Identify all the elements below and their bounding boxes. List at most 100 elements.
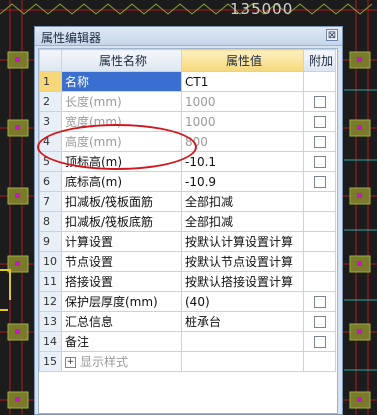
property-name: 计算设置 <box>65 235 114 249</box>
property-name: 保护层厚度(mm) <box>65 295 158 309</box>
property-value[interactable] <box>181 331 304 352</box>
row-index: 1 <box>39 71 62 92</box>
property-value[interactable]: 800 <box>181 131 304 152</box>
property-row[interactable]: 12 保护层厚度(mm) (40) <box>39 291 336 312</box>
column-header-value[interactable]: 属性值 <box>181 49 304 72</box>
property-name: 备注 <box>65 335 90 349</box>
row-index: 11 <box>39 271 62 292</box>
row-index: 15 <box>39 351 62 372</box>
property-name-cell[interactable]: 宽度(mm) <box>61 111 182 132</box>
property-name: 显示样式 <box>80 355 129 369</box>
property-row[interactable]: 8 扣减板/筏板底筋 全部扣减 <box>39 211 336 232</box>
property-row[interactable]: 10 节点设置 按默认节点设置计算 <box>39 251 336 272</box>
property-value[interactable]: 桩承台 <box>181 311 304 332</box>
property-name-cell[interactable]: 扣减板/筏板底筋 <box>61 211 182 232</box>
property-value[interactable]: CT1 <box>181 71 304 92</box>
extra-checkbox[interactable] <box>313 156 326 168</box>
title-bar[interactable]: 属性编辑器 ⊠ <box>35 27 342 46</box>
extra-checkbox[interactable] <box>313 336 326 348</box>
row-index: 2 <box>39 91 62 112</box>
property-value[interactable]: (40) <box>181 291 304 312</box>
extra-cell <box>303 71 336 92</box>
property-row[interactable]: 5 顶标高(m) -10.1 <box>39 151 336 172</box>
property-name: 扣减板/筏板面筋 <box>65 195 154 209</box>
property-name: 搭接设置 <box>65 275 114 289</box>
property-name-cell[interactable]: 节点设置 <box>61 251 182 272</box>
row-index: 14 <box>39 331 62 352</box>
extra-cell <box>303 331 336 352</box>
property-name-cell[interactable]: 长度(mm) <box>61 91 182 112</box>
extra-checkbox[interactable] <box>313 176 326 188</box>
property-name-cell[interactable]: 名称 <box>61 71 182 92</box>
row-index: 3 <box>39 111 62 132</box>
property-value[interactable]: 1000 <box>181 111 304 132</box>
extra-checkbox[interactable] <box>313 296 326 308</box>
property-name: 名称 <box>65 75 90 89</box>
property-row[interactable]: 14 备注 <box>39 331 336 352</box>
row-index: 12 <box>39 291 62 312</box>
property-name-cell[interactable]: + 显示样式 <box>61 351 182 372</box>
row-index: 8 <box>39 211 62 232</box>
property-name-cell[interactable]: 备注 <box>61 331 182 352</box>
extra-checkbox[interactable] <box>313 136 326 148</box>
property-value[interactable]: -10.9 <box>181 171 304 192</box>
property-name-cell[interactable]: 扣减板/筏板面筋 <box>61 191 182 212</box>
extra-cell <box>303 151 336 172</box>
property-name-cell[interactable]: 计算设置 <box>61 231 182 252</box>
property-name-cell[interactable]: 保护层厚度(mm) <box>61 291 182 312</box>
extra-cell <box>303 191 336 212</box>
extra-cell <box>303 171 336 192</box>
property-row[interactable]: 11 搭接设置 按默认搭接设置计算 <box>39 271 336 292</box>
property-name-cell[interactable]: 高度(mm) <box>61 131 182 152</box>
property-value[interactable] <box>181 351 304 372</box>
extra-cell <box>303 91 336 112</box>
close-icon[interactable]: ⊠ <box>326 29 338 41</box>
property-row[interactable]: 6 底标高(m) -10.9 <box>39 171 336 192</box>
property-value[interactable]: -10.1 <box>181 151 304 172</box>
property-value[interactable]: 按默认节点设置计算 <box>181 251 304 272</box>
property-row[interactable]: 2 长度(mm) 1000 <box>39 91 336 112</box>
row-index: 13 <box>39 311 62 332</box>
extra-cell <box>303 131 336 152</box>
property-value[interactable]: 按默认计算设置计算 <box>181 231 304 252</box>
property-name: 汇总信息 <box>65 315 114 329</box>
property-name-cell[interactable]: 汇总信息 <box>61 311 182 332</box>
row-index: 6 <box>39 171 62 192</box>
property-row[interactable]: 9 计算设置 按默认计算设置计算 <box>39 231 336 252</box>
extra-cell <box>303 271 336 292</box>
property-row[interactable]: 1 名称 CT1 <box>39 71 336 92</box>
property-name: 底标高(m) <box>65 175 123 189</box>
property-row[interactable]: 4 高度(mm) 800 <box>39 131 336 152</box>
corner-cell <box>39 49 62 72</box>
column-header-name[interactable]: 属性名称 <box>61 49 182 72</box>
property-value[interactable]: 按默认搭接设置计算 <box>181 271 304 292</box>
extra-cell <box>303 291 336 312</box>
property-name: 扣减板/筏板底筋 <box>65 215 154 229</box>
property-row[interactable]: 7 扣减板/筏板面筋 全部扣减 <box>39 191 336 212</box>
property-name-cell[interactable]: 顶标高(m) <box>61 151 182 172</box>
grid-header: 属性名称 属性值 附加 <box>39 49 336 72</box>
extra-checkbox[interactable] <box>313 116 326 128</box>
column-header-extra[interactable]: 附加 <box>303 49 336 72</box>
property-name-cell[interactable]: 搭接设置 <box>61 271 182 292</box>
extra-checkbox[interactable] <box>313 96 326 108</box>
property-row[interactable]: 15 + 显示样式 <box>39 351 336 372</box>
property-name: 长度(mm) <box>65 95 122 109</box>
expand-icon[interactable]: + <box>65 357 76 368</box>
property-name: 节点设置 <box>65 255 114 269</box>
property-value[interactable]: 全部扣减 <box>181 191 304 212</box>
extra-cell <box>303 111 336 132</box>
property-row[interactable]: 13 汇总信息 桩承台 <box>39 311 336 332</box>
property-grid: 属性名称 属性值 附加 1 名称 CT1 2 长度(mm) 1000 3 宽度(mm) 1000… <box>38 48 338 414</box>
property-name-cell[interactable]: 底标高(m) <box>61 171 182 192</box>
property-name: 宽度(mm) <box>65 115 122 129</box>
property-value[interactable]: 1000 <box>181 91 304 112</box>
dimension-label: 135000 <box>230 0 294 18</box>
property-editor-window: 属性编辑器 ⊠ 属性名称 属性值 附加 1 名称 CT1 2 长度(mm) 1000 3 宽度… <box>34 26 343 415</box>
property-row[interactable]: 3 宽度(mm) 1000 <box>39 111 336 132</box>
extra-checkbox[interactable] <box>313 316 326 328</box>
row-index: 9 <box>39 231 62 252</box>
property-value[interactable]: 全部扣减 <box>181 211 304 232</box>
property-name: 顶标高(m) <box>65 155 123 169</box>
row-index: 4 <box>39 131 62 152</box>
